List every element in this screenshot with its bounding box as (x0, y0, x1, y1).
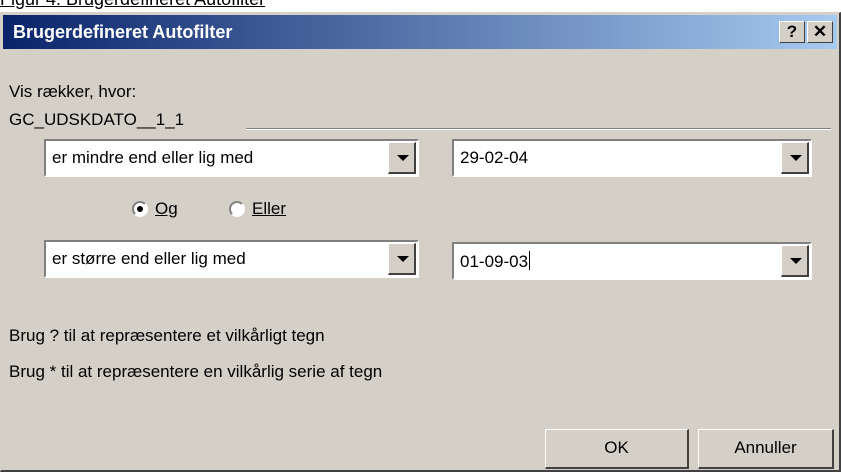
chevron-down-icon[interactable] (388, 142, 416, 174)
criterion-2-operator-value: er større end eller lig med (52, 249, 246, 268)
title-bar[interactable]: Brugerdefineret Autofilter ? ✕ (3, 15, 837, 49)
dialog-title: Brugerdefineret Autofilter (13, 22, 233, 42)
criterion-1-operator-select[interactable]: er mindre end eller lig med (44, 139, 419, 177)
criterion-1-value-combo[interactable]: 29-02-04 (452, 139, 812, 177)
field-name-label: GC_UDSKDATO__1_1 (9, 110, 185, 129)
chevron-down-icon[interactable] (781, 142, 809, 174)
hint-char-series: Brug * til at repræsentere en vilkårlig … (9, 362, 383, 381)
cancel-button[interactable]: Annuller (698, 429, 834, 469)
criterion-2-operator-select[interactable]: er større end eller lig med (44, 240, 419, 278)
criterion-1-operator-value: er mindre end eller lig med (52, 148, 254, 167)
chevron-down-icon[interactable] (781, 245, 809, 277)
text-caret (529, 251, 531, 270)
criterion-2-value-combo[interactable]: 01-09-03 (452, 242, 812, 280)
close-button[interactable]: ✕ (807, 21, 833, 43)
show-rows-label: Vis rækker, hvor: (9, 82, 137, 101)
criterion-2-value-input[interactable]: 01-09-03 (460, 252, 528, 271)
ok-button[interactable]: OK (545, 429, 689, 469)
or-radio[interactable] (229, 201, 245, 217)
hint-single-char: Brug ? til at repræsentere et vilkårligt… (9, 326, 325, 345)
figure-caption: Figur 4: Brugerdefineret Autofilter (0, 0, 265, 10)
chevron-down-icon[interactable] (388, 243, 416, 275)
criterion-2-value-text: 01-09-03 (460, 251, 531, 272)
and-radio-label[interactable]: Og (155, 199, 178, 219)
criterion-1-value-text: 29-02-04 (460, 148, 529, 167)
radio-selected-dot (137, 206, 143, 212)
or-radio-label[interactable]: Eller (252, 199, 286, 219)
and-radio[interactable] (132, 201, 148, 217)
group-divider (246, 128, 831, 130)
help-button[interactable]: ? (779, 21, 805, 43)
custom-autofilter-dialog: Brugerdefineret Autofilter ? ✕ Vis række… (0, 12, 841, 472)
